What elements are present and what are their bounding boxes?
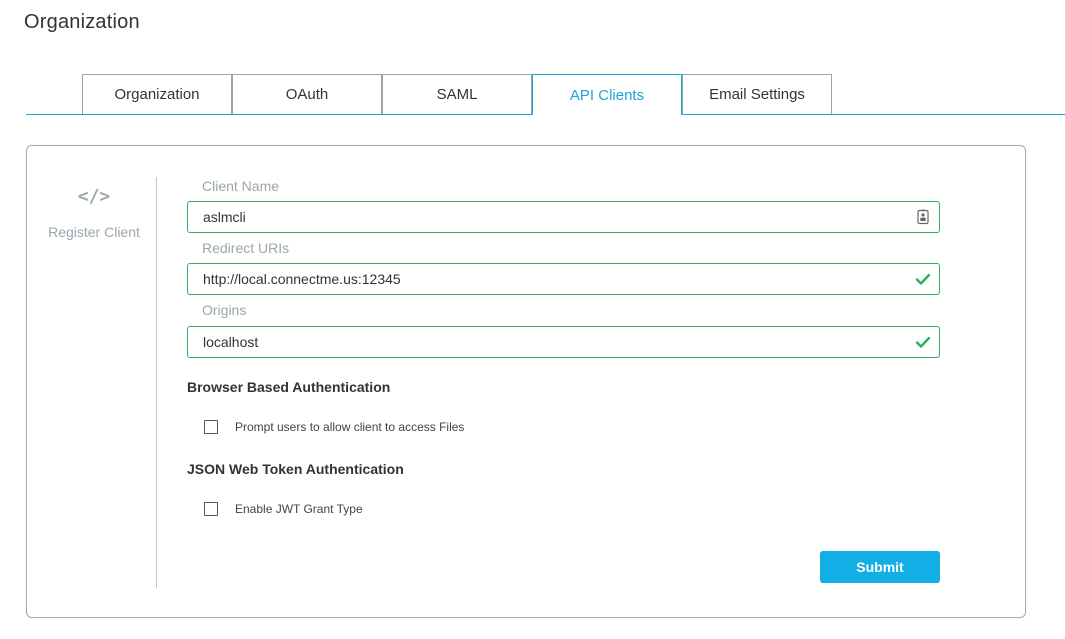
prompt-users-checkbox[interactable] [204,420,218,434]
origins-field [187,326,940,358]
sidebar-label: Register Client [48,224,140,240]
submit-button[interactable]: Submit [820,551,940,583]
redirect-uris-input[interactable] [188,264,939,294]
origins-input[interactable] [188,327,939,357]
page-title: Organization [24,11,140,33]
prompt-users-label: Prompt users to allow client to access F… [235,420,465,434]
tab-bar: Organization OAuth SAML API Clients Emai… [26,74,1065,115]
enable-jwt-checkbox[interactable] [204,502,218,516]
tab-email-settings[interactable]: Email Settings [682,74,832,114]
browser-auth-row: Prompt users to allow client to access F… [204,418,464,436]
client-name-label: Client Name [202,178,280,194]
client-name-field [187,201,940,233]
checkmark-icon [915,273,931,285]
register-client-card: </> Register Client Client Name Redirect… [26,145,1026,618]
sidebar-divider [156,177,157,588]
jwt-auth-row: Enable JWT Grant Type [204,500,363,518]
tab-saml[interactable]: SAML [382,74,532,114]
client-name-input[interactable] [188,202,939,232]
checkmark-icon [915,336,931,348]
redirect-uris-label: Redirect URIs [202,240,290,256]
enable-jwt-label: Enable JWT Grant Type [235,502,363,516]
tab-oauth[interactable]: OAuth [232,74,382,114]
contact-card-icon[interactable] [915,209,931,225]
redirect-uris-field [187,263,940,295]
jwt-auth-heading: JSON Web Token Authentication [187,461,404,477]
code-icon: </> [77,186,111,207]
origins-label: Origins [202,302,247,318]
card-sidebar: </> Register Client [27,146,157,617]
tab-organization[interactable]: Organization [82,74,232,114]
browser-auth-heading: Browser Based Authentication [187,379,391,395]
tab-api-clients[interactable]: API Clients [532,74,682,115]
